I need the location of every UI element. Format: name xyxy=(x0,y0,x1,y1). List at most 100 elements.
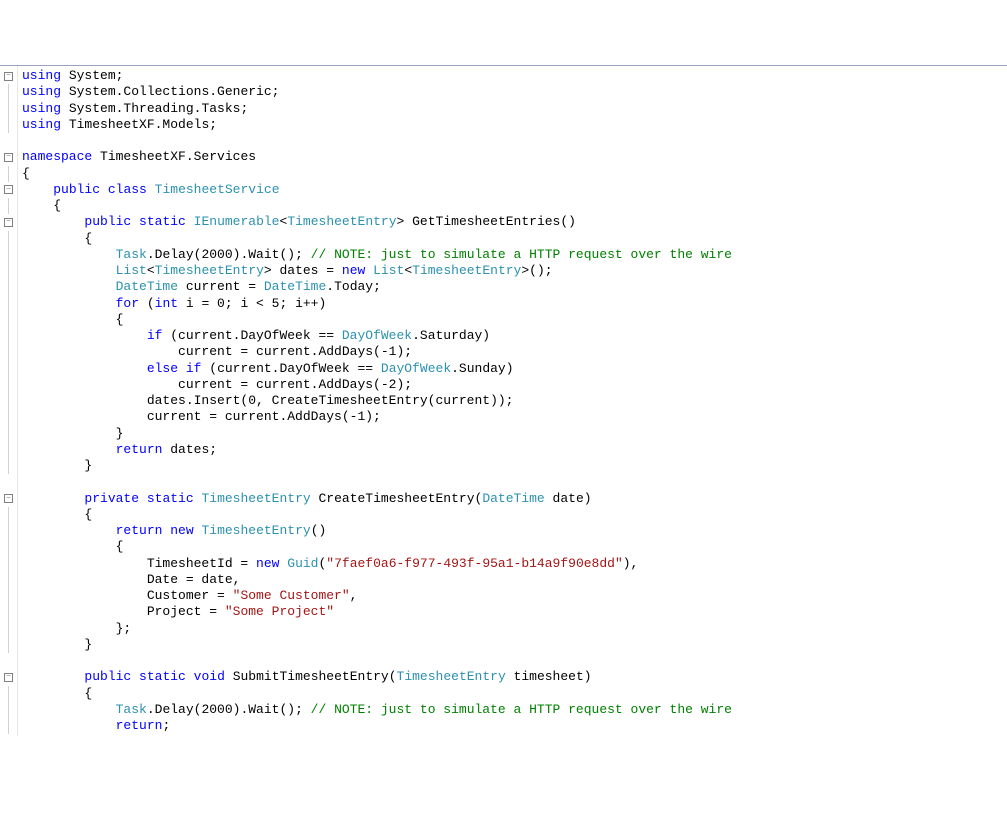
code-token: Customer = xyxy=(22,588,233,603)
code-line[interactable] xyxy=(22,474,1007,490)
code-token: // NOTE: just to simulate a HTTP request… xyxy=(311,247,732,262)
fold-toggle-icon[interactable]: − xyxy=(4,494,13,503)
code-token: TimesheetXF.Services xyxy=(92,149,256,164)
code-token: DayOfWeek xyxy=(381,361,451,376)
code-token: < xyxy=(404,263,412,278)
code-line[interactable]: public static void SubmitTimesheetEntry(… xyxy=(22,669,1007,685)
outline-connector xyxy=(8,344,9,360)
code-token: public xyxy=(84,214,131,229)
outline-connector xyxy=(8,686,9,702)
code-token xyxy=(365,263,373,278)
code-line[interactable] xyxy=(22,653,1007,669)
code-token xyxy=(22,718,116,733)
code-token: { xyxy=(22,312,123,327)
code-line[interactable]: namespace TimesheetXF.Services xyxy=(22,149,1007,165)
code-line[interactable]: using System; xyxy=(22,68,1007,84)
code-line[interactable]: using TimesheetXF.Models; xyxy=(22,117,1007,133)
code-line[interactable]: public class TimesheetService xyxy=(22,182,1007,198)
outline-connector xyxy=(8,556,9,572)
code-token xyxy=(22,296,116,311)
code-line[interactable]: { xyxy=(22,312,1007,328)
code-token: System.Collections.Generic; xyxy=(61,84,279,99)
code-token: .Today; xyxy=(326,279,381,294)
code-token: if xyxy=(147,328,163,343)
code-token: "7faef0a6-f977-493f-95a1-b14a9f90e8dd" xyxy=(326,556,622,571)
code-token: Guid xyxy=(287,556,318,571)
code-token: ), xyxy=(623,556,639,571)
code-line[interactable]: } xyxy=(22,458,1007,474)
code-line[interactable]: return dates; xyxy=(22,442,1007,458)
code-line[interactable]: TimesheetId = new Guid("7faef0a6-f977-49… xyxy=(22,556,1007,572)
code-token: { xyxy=(22,507,92,522)
code-line[interactable]: }; xyxy=(22,621,1007,637)
code-token: IEnumerable xyxy=(194,214,280,229)
code-line[interactable]: current = current.AddDays(-2); xyxy=(22,377,1007,393)
outline-connector xyxy=(8,621,9,637)
code-token: public xyxy=(53,182,100,197)
outline-connector xyxy=(8,572,9,588)
outline-connector xyxy=(8,523,9,539)
fold-toggle-icon[interactable]: − xyxy=(4,218,13,227)
outline-connector xyxy=(8,296,9,312)
code-token: .Delay(2000).Wait(); xyxy=(147,702,311,717)
code-line[interactable]: { xyxy=(22,166,1007,182)
code-line[interactable]: { xyxy=(22,198,1007,214)
code-token: return xyxy=(116,718,163,733)
code-line[interactable]: return; xyxy=(22,718,1007,734)
code-line[interactable]: current = current.AddDays(-1); xyxy=(22,344,1007,360)
code-token: }; xyxy=(22,621,131,636)
code-line[interactable]: { xyxy=(22,231,1007,247)
code-token: , xyxy=(350,588,358,603)
code-line[interactable] xyxy=(22,133,1007,149)
code-line[interactable]: } xyxy=(22,637,1007,653)
code-token: < xyxy=(147,263,155,278)
fold-toggle-icon[interactable]: − xyxy=(4,72,13,81)
code-token xyxy=(186,214,194,229)
code-token: (current.DayOfWeek == xyxy=(201,361,380,376)
code-area[interactable]: using System;using System.Collections.Ge… xyxy=(18,66,1007,736)
code-line[interactable]: { xyxy=(22,539,1007,555)
code-line[interactable]: DateTime current = DateTime.Today; xyxy=(22,279,1007,295)
code-line[interactable]: using System.Collections.Generic; xyxy=(22,84,1007,100)
outline-connector xyxy=(8,539,9,555)
code-token: >(); xyxy=(521,263,552,278)
code-line[interactable]: current = current.AddDays(-1); xyxy=(22,409,1007,425)
code-line[interactable]: Date = date, xyxy=(22,572,1007,588)
code-token: TimesheetEntry xyxy=(412,263,521,278)
code-token xyxy=(22,182,53,197)
code-line[interactable]: private static TimesheetEntry CreateTime… xyxy=(22,491,1007,507)
code-line[interactable]: { xyxy=(22,507,1007,523)
code-token: > dates = xyxy=(264,263,342,278)
code-token: ( xyxy=(139,296,155,311)
code-line[interactable]: if (current.DayOfWeek == DayOfWeek.Satur… xyxy=(22,328,1007,344)
code-line[interactable]: Task.Delay(2000).Wait(); // NOTE: just t… xyxy=(22,702,1007,718)
code-token: for xyxy=(116,296,139,311)
fold-toggle-icon[interactable]: − xyxy=(4,673,13,682)
code-token: new xyxy=(256,556,279,571)
code-line[interactable]: for (int i = 0; i < 5; i++) xyxy=(22,296,1007,312)
code-line[interactable]: return new TimesheetEntry() xyxy=(22,523,1007,539)
code-token: TimesheetService xyxy=(155,182,280,197)
code-line[interactable]: Customer = "Some Customer", xyxy=(22,588,1007,604)
outline-connector xyxy=(8,409,9,425)
code-token: { xyxy=(22,198,61,213)
code-token: class xyxy=(108,182,147,197)
outline-connector xyxy=(8,166,9,182)
code-token: new xyxy=(170,523,193,538)
code-line[interactable]: dates.Insert(0, CreateTimesheetEntry(cur… xyxy=(22,393,1007,409)
code-token: .Sunday) xyxy=(451,361,513,376)
code-line[interactable]: List<TimesheetEntry> dates = new List<Ti… xyxy=(22,263,1007,279)
code-line[interactable]: using System.Threading.Tasks; xyxy=(22,101,1007,117)
fold-toggle-icon[interactable]: − xyxy=(4,185,13,194)
fold-toggle-icon[interactable]: − xyxy=(4,153,13,162)
code-line[interactable]: Task.Delay(2000).Wait(); // NOTE: just t… xyxy=(22,247,1007,263)
code-line[interactable]: { xyxy=(22,686,1007,702)
code-line[interactable]: Project = "Some Project" xyxy=(22,604,1007,620)
code-line[interactable]: } xyxy=(22,426,1007,442)
code-line[interactable]: else if (current.DayOfWeek == DayOfWeek.… xyxy=(22,361,1007,377)
code-editor[interactable]: − − − − − − using System;using System.Collect… xyxy=(0,65,1007,736)
code-line[interactable]: public static IEnumerable<TimesheetEntry… xyxy=(22,214,1007,230)
code-token xyxy=(22,442,116,457)
code-token: Task xyxy=(116,702,147,717)
code-token: System.Threading.Tasks; xyxy=(61,101,248,116)
